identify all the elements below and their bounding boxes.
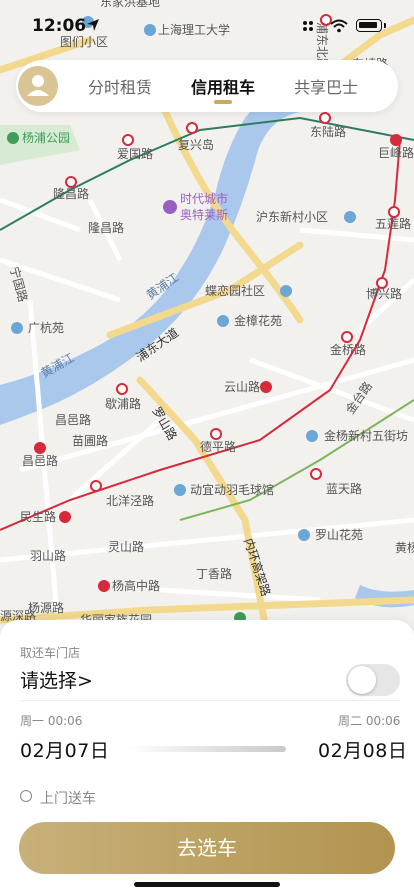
- map-label: 德平路: [200, 439, 236, 454]
- divider: [20, 700, 400, 701]
- map-label: 蝶恋园社区: [205, 283, 265, 298]
- door-delivery-label[interactable]: 上门送车: [40, 788, 96, 808]
- avatar[interactable]: [18, 66, 58, 106]
- map-label: 复兴岛: [178, 137, 214, 152]
- map-label: 北洋泾路: [106, 493, 154, 508]
- map-label: 爱国路: [117, 146, 153, 161]
- map-label: 金樟花苑: [234, 313, 282, 328]
- door-delivery-radio[interactable]: [20, 790, 32, 802]
- map-label: 巨峰路: [378, 145, 414, 160]
- service-tab-bar: 分时租赁 信用租车 共享巴士: [16, 60, 398, 112]
- toggle-knob: [348, 666, 376, 694]
- map-label: 动宜动羽毛球馆: [190, 482, 274, 497]
- map-label: 奥特莱斯: [180, 207, 228, 222]
- tab-time-rental[interactable]: 分时租赁: [88, 74, 152, 98]
- store-toggle[interactable]: [346, 664, 400, 696]
- map-label: 五莲路: [375, 216, 411, 231]
- tab-shared-bus[interactable]: 共享巴士: [294, 74, 358, 98]
- duration-bar: [126, 746, 286, 752]
- return-date[interactable]: 02月08日: [318, 736, 407, 763]
- wifi-icon: [330, 19, 348, 33]
- map-label: 苗圃路: [72, 433, 108, 448]
- map-label: 博兴路: [366, 286, 402, 301]
- pickup-day: 周一 00:06: [20, 714, 83, 728]
- map-label: 蓝天路: [326, 481, 362, 496]
- store-select[interactable]: 请选择>: [20, 666, 93, 693]
- map-label: 昌邑路: [55, 412, 91, 427]
- booking-sheet: 取还车门店 请选择> 周一 00:06 周二 00:06 02月07日 02月0…: [0, 620, 414, 896]
- map-label: 灵山路: [108, 539, 144, 554]
- select-car-button[interactable]: 去选车: [19, 822, 395, 874]
- active-tab-indicator: [214, 100, 232, 104]
- signal-icon: [303, 21, 313, 31]
- pickup-date[interactable]: 02月07日: [20, 736, 109, 763]
- map-label: 隆昌路: [53, 186, 89, 201]
- map-label: 隆昌路: [88, 220, 124, 235]
- map-label: 金桥路: [330, 342, 366, 357]
- map-label: 民生路: [20, 509, 56, 524]
- map-label: 黄杨: [395, 540, 414, 555]
- tab-credit-rental[interactable]: 信用租车: [191, 74, 255, 98]
- map-label: 沪东新村小区: [256, 209, 328, 224]
- map-label: 杨高中路: [112, 578, 160, 593]
- battery-icon: [356, 19, 382, 32]
- map-label: 广杭苑: [28, 320, 64, 335]
- status-time: 12:06: [32, 16, 87, 36]
- map-label: 时代城市: [180, 191, 228, 206]
- return-day: 周二 00:06: [338, 714, 401, 728]
- map-label: 罗山花苑: [315, 527, 363, 542]
- store-label: 取还车门店: [20, 646, 81, 660]
- map-label: 歇浦路: [105, 396, 141, 411]
- map-label: 云山路: [224, 379, 260, 394]
- battery-cap: [384, 23, 386, 28]
- map-label: 昌邑路: [22, 453, 58, 468]
- home-indicator: [134, 882, 280, 887]
- map-label: 杨浦公园: [22, 130, 70, 145]
- map-label: 东陆路: [310, 124, 346, 139]
- map-label: 金杨新村五街坊: [324, 428, 408, 443]
- user-icon: [27, 75, 49, 96]
- location-arrow-icon: [87, 19, 99, 31]
- map-label: 丁香路: [196, 566, 232, 581]
- status-bar: 12:06: [0, 0, 414, 52]
- map-label: 羽山路: [30, 548, 66, 563]
